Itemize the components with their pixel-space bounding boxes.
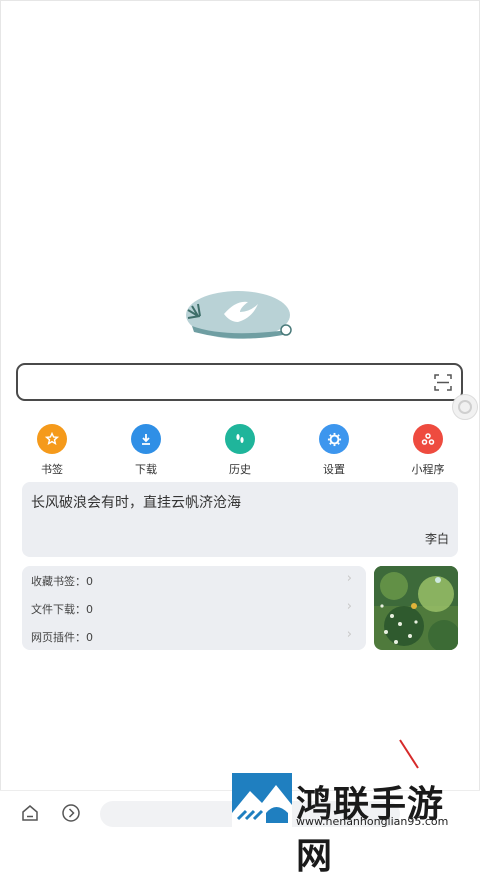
seagull-logo [186,291,292,339]
home-icon[interactable] [20,803,40,823]
footprint-icon [225,424,255,454]
download-icon [131,424,161,454]
star-icon [37,424,67,454]
mini-program-icon [413,424,443,454]
settings-label: 设置 [323,463,345,476]
history-label: 历史 [229,463,251,476]
gear-icon [319,424,349,454]
plugin-count-row[interactable]: 网页插件：0 › [22,622,366,650]
quote-text: 长风破浪会有时，直挂云帆济沧海 [31,495,241,511]
quote-card[interactable]: 长风破浪会有时，直挂云帆济沧海 李白 [22,482,458,557]
chevron-right-icon: › [346,571,352,586]
watermark-url: www.henanhonglian95.com [296,815,449,828]
watermark-logo: 鸿联手游网 www.henanhonglian95.com [230,771,480,877]
watermark-emblem-icon [232,773,292,831]
bookmark-count-row[interactable]: 收藏书签：0 › [22,566,366,594]
wallpaper-thumbnail[interactable] [374,566,458,650]
bookmarks-label: 书签 [41,463,63,476]
search-input[interactable] [28,371,432,395]
forward-icon[interactable] [61,803,81,823]
history-button[interactable]: 历史 [205,424,275,477]
stats-card: 收藏书签：0 › 文件下载：0 › 网页插件：0 › [22,566,366,650]
bookmark-count-label: 收藏书签：0 [31,575,93,588]
mini-program-button[interactable]: 小程序 [393,424,463,477]
scan-icon[interactable] [434,374,452,391]
mini-program-label: 小程序 [411,463,445,476]
settings-button[interactable]: 设置 [299,424,369,477]
chevron-right-icon: › [346,599,352,614]
quick-actions: 书签 下载 历史 设置 小程序 [0,424,480,477]
page-frame [0,0,480,833]
plugin-count-label: 网页插件：0 [31,631,93,644]
downloads-button[interactable]: 下载 [111,424,181,477]
chevron-right-icon: › [346,627,352,642]
search-bar[interactable] [16,363,463,401]
download-count-row[interactable]: 文件下载：0 › [22,594,366,622]
download-count-label: 文件下载：0 [31,603,93,616]
floating-ball-button[interactable] [452,394,478,420]
downloads-label: 下载 [135,463,157,476]
bookmarks-button[interactable]: 书签 [17,424,87,477]
quote-author: 李白 [424,532,449,546]
watermark-pointer [399,739,419,769]
